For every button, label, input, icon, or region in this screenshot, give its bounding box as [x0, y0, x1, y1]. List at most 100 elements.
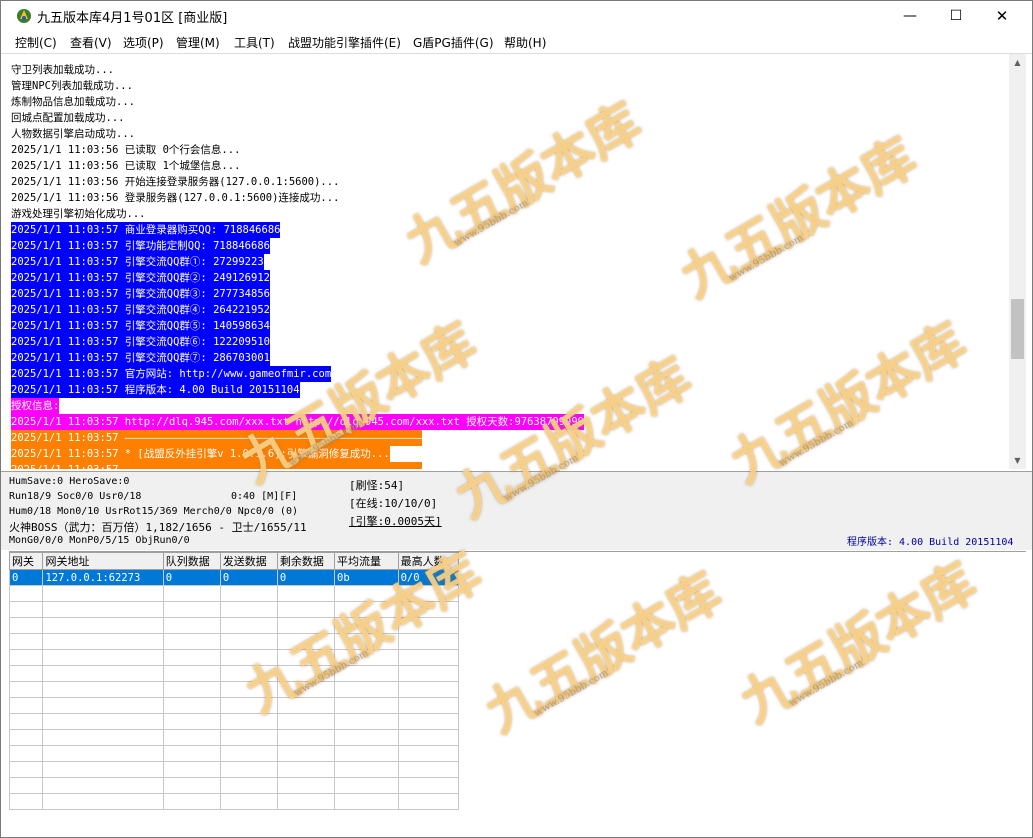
log-line: 2025/1/1 11:03:57 官方网站: http://www.gameo… — [11, 366, 332, 382]
table-cell: 127.0.0.1:62273 — [42, 569, 164, 586]
table-cell — [397, 729, 460, 746]
table-cell — [276, 745, 336, 762]
log-line: 回城点配置加载成功... — [11, 112, 125, 124]
gateway-grid[interactable]: 网关 网关地址 队列数据 发送数据 剩余数据 平均流量 最高人数 0 127.0.0.1:622… — [8, 551, 1026, 830]
table-cell — [219, 649, 278, 666]
title-bar[interactable]: 九五版本库4月1号01区 [商业版] — ☐ ✕ — [1, 1, 1032, 31]
table-row[interactable]: 0 127.0.0.1:62273 0 0 0 0b 0/0 — [8, 569, 460, 586]
table-cell — [8, 665, 44, 682]
table-cell — [397, 697, 460, 714]
table-row[interactable] — [8, 729, 460, 746]
scroll-down-icon[interactable]: ▼ — [1009, 452, 1026, 469]
close-button[interactable]: ✕ — [979, 1, 1025, 31]
table-row[interactable] — [8, 649, 460, 666]
table-cell — [276, 777, 336, 794]
table-cell — [162, 681, 221, 698]
table-cell — [42, 761, 164, 778]
table-cell — [276, 649, 336, 666]
menu-guild-engine-plugin[interactable]: 战盟功能引擎插件(E) — [288, 34, 401, 51]
log-line: 2025/1/1 11:03:57 引擎交流QQ群①: 27299223 — [11, 254, 264, 270]
menu-options[interactable]: 选项(P) — [123, 34, 164, 51]
menu-view[interactable]: 查看(V) — [70, 34, 112, 51]
table-row[interactable] — [8, 665, 460, 682]
log-panel[interactable]: 守卫列表加载成功... 管理NPC列表加载成功... 炼制物品信息加载成功... 回城… — [9, 54, 1009, 469]
table-cell — [397, 761, 460, 778]
log-line: 管理NPC列表加载成功... — [11, 80, 133, 92]
table-cell — [162, 633, 221, 650]
log-line: 2025/1/1 11:03:56 已读取 0个行会信息... — [11, 144, 241, 156]
table-cell: 0 — [8, 569, 44, 586]
table-cell — [162, 745, 221, 762]
table-row[interactable] — [8, 633, 460, 650]
minimize-button[interactable]: — — [887, 1, 933, 31]
table-cell — [219, 601, 278, 618]
app-icon — [17, 9, 31, 23]
window-title: 九五版本库4月1号01区 [商业版] — [37, 11, 228, 26]
menu-gdun-plugin[interactable]: G盾PG插件(G) — [413, 34, 494, 51]
table-row[interactable] — [8, 617, 460, 634]
maximize-button[interactable]: ☐ — [933, 1, 979, 31]
scroll-thumb[interactable] — [1011, 299, 1024, 359]
table-row[interactable] — [8, 745, 460, 762]
table-cell — [276, 697, 336, 714]
table-row[interactable] — [8, 601, 460, 618]
table-cell — [162, 585, 221, 602]
log-line: 2025/1/1 11:03:57 http://dlq.945.com/xxx… — [11, 414, 585, 430]
log-line: 人物数据引擎启动成功... — [11, 128, 135, 140]
grid-header-cell[interactable]: 剩余数据 — [276, 552, 336, 570]
table-cell — [276, 793, 336, 810]
table-cell — [8, 777, 44, 794]
table-cell — [334, 745, 399, 762]
table-row[interactable] — [8, 585, 460, 602]
log-line: 授权信息: — [11, 398, 60, 414]
table-cell — [42, 777, 164, 794]
table-cell — [42, 633, 164, 650]
scroll-up-icon[interactable]: ▲ — [1009, 54, 1026, 71]
menu-control[interactable]: 控制(C) — [15, 34, 57, 51]
status-engine: [引擎:0.0005天] — [349, 515, 442, 528]
table-row[interactable] — [8, 697, 460, 714]
table-cell — [276, 601, 336, 618]
table-cell — [219, 745, 278, 762]
table-cell — [8, 585, 44, 602]
table-cell — [334, 649, 399, 666]
table-row[interactable] — [8, 713, 460, 730]
table-cell — [397, 681, 460, 698]
table-cell — [219, 729, 278, 746]
table-row[interactable] — [8, 777, 460, 794]
table-cell — [276, 665, 336, 682]
status-save: HumSave:0 HeroSave:0 — [9, 476, 130, 487]
status-online: [在线:10/10/0] — [349, 497, 438, 510]
table-cell — [334, 793, 399, 810]
grid-header-cell[interactable]: 平均流量 — [334, 552, 399, 570]
gateway-table[interactable]: 网关 网关地址 队列数据 发送数据 剩余数据 平均流量 最高人数 0 127.0.0.1:622… — [8, 552, 460, 810]
log-line: 2025/1/1 11:03:57 引擎交流QQ群③: 277734856 — [11, 286, 270, 302]
table-cell — [334, 761, 399, 778]
table-cell — [219, 665, 278, 682]
grid-header-cell[interactable]: 队列数据 — [162, 552, 221, 570]
table-cell — [334, 633, 399, 650]
table-cell — [219, 681, 278, 698]
table-cell — [42, 745, 164, 762]
table-row[interactable] — [8, 681, 460, 698]
table-cell — [219, 617, 278, 634]
grid-header-cell[interactable]: 网关 — [8, 552, 44, 570]
menu-tools[interactable]: 工具(T) — [234, 34, 275, 51]
grid-header-cell[interactable]: 网关地址 — [42, 552, 164, 570]
log-line: 2025/1/1 11:03:57 引擎功能定制QQ: 718846686 — [11, 238, 270, 254]
table-row[interactable] — [8, 793, 460, 810]
table-cell — [276, 761, 336, 778]
grid-header-cell[interactable]: 发送数据 — [219, 552, 278, 570]
table-cell — [42, 681, 164, 698]
log-line: 2025/1/1 11:03:57 ——————————————————————… — [11, 430, 422, 446]
table-cell — [162, 601, 221, 618]
menu-help[interactable]: 帮助(H) — [504, 34, 546, 51]
menu-manage[interactable]: 管理(M) — [176, 34, 220, 51]
table-row[interactable] — [8, 761, 460, 778]
log-line: 2025/1/1 11:03:57 引擎交流QQ群⑤: 140598634 — [11, 318, 270, 334]
status-version: 程序版本: 4.00 Build 20151104 — [847, 537, 1014, 548]
grid-header-cell[interactable]: 最高人数 — [397, 552, 460, 570]
log-scrollbar[interactable]: ▲ ▼ — [1009, 54, 1026, 469]
log-line: 2025/1/1 11:03:57 程序版本: 4.00 Build 20151… — [11, 382, 300, 398]
table-cell — [162, 649, 221, 666]
